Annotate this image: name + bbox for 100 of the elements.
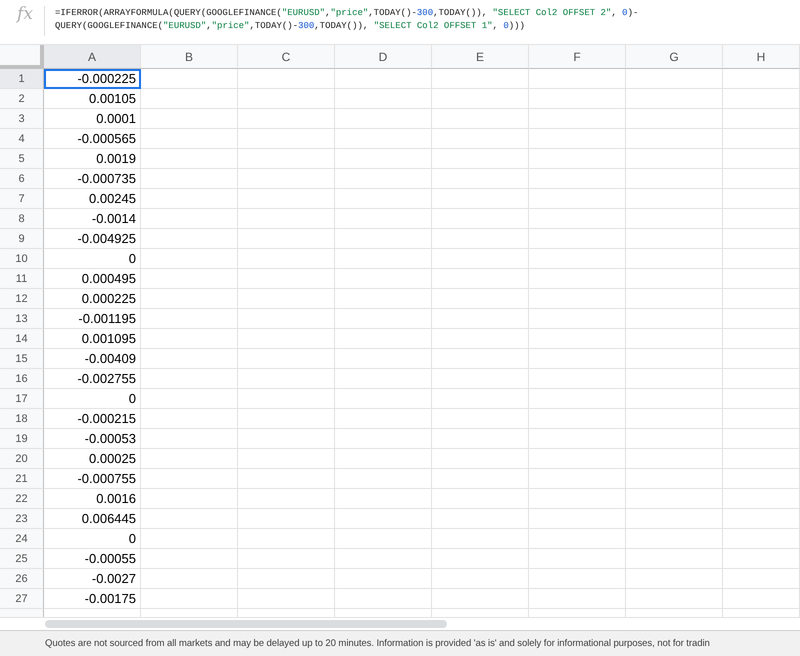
row-header[interactable]: 26: [0, 569, 44, 589]
empty-cell[interactable]: [335, 289, 432, 309]
row-header[interactable]: [0, 609, 44, 617]
empty-cell[interactable]: [238, 589, 335, 609]
empty-cell[interactable]: [335, 349, 432, 369]
empty-cell[interactable]: [723, 509, 800, 529]
table-cell[interactable]: 0.000495: [44, 269, 141, 289]
empty-cell[interactable]: [432, 489, 529, 509]
empty-cell[interactable]: [238, 389, 335, 409]
empty-cell[interactable]: [529, 229, 626, 249]
empty-cell[interactable]: [723, 269, 800, 289]
empty-cell[interactable]: [432, 229, 529, 249]
empty-cell[interactable]: [432, 389, 529, 409]
empty-cell[interactable]: [141, 529, 238, 549]
table-cell[interactable]: 0: [44, 389, 141, 409]
empty-cell[interactable]: [723, 469, 800, 489]
empty-cell[interactable]: [432, 549, 529, 569]
row-header[interactable]: 21: [0, 469, 44, 489]
empty-cell[interactable]: [335, 229, 432, 249]
table-cell[interactable]: -0.000225: [44, 69, 141, 89]
empty-cell[interactable]: [626, 509, 723, 529]
empty-cell[interactable]: [238, 489, 335, 509]
row-header[interactable]: 10: [0, 249, 44, 269]
empty-cell[interactable]: [626, 269, 723, 289]
empty-cell[interactable]: [238, 329, 335, 349]
table-cell[interactable]: -0.00055: [44, 549, 141, 569]
empty-cell[interactable]: [238, 149, 335, 169]
empty-cell[interactable]: [626, 549, 723, 569]
empty-cell[interactable]: [723, 169, 800, 189]
empty-cell[interactable]: [529, 149, 626, 169]
empty-cell[interactable]: [529, 109, 626, 129]
empty-cell[interactable]: [141, 589, 238, 609]
empty-cell[interactable]: [335, 529, 432, 549]
empty-cell[interactable]: [238, 69, 335, 89]
empty-cell[interactable]: [626, 89, 723, 109]
row-header[interactable]: 24: [0, 529, 44, 549]
row-header[interactable]: 17: [0, 389, 44, 409]
empty-cell[interactable]: [626, 109, 723, 129]
scrollbar-thumb[interactable]: [45, 620, 447, 628]
empty-cell[interactable]: [529, 509, 626, 529]
empty-cell[interactable]: [432, 69, 529, 89]
empty-cell[interactable]: [335, 189, 432, 209]
select-all-corner[interactable]: [0, 45, 44, 69]
table-cell[interactable]: -0.000215: [44, 409, 141, 429]
empty-cell[interactable]: [238, 229, 335, 249]
empty-cell[interactable]: [723, 349, 800, 369]
empty-cell[interactable]: [335, 569, 432, 589]
empty-cell[interactable]: [432, 249, 529, 269]
empty-cell[interactable]: [723, 489, 800, 509]
empty-cell[interactable]: [141, 209, 238, 229]
empty-cell[interactable]: [238, 169, 335, 189]
empty-cell[interactable]: [238, 509, 335, 529]
empty-cell[interactable]: [335, 509, 432, 529]
row-header[interactable]: 1: [0, 69, 44, 89]
empty-cell[interactable]: [141, 369, 238, 389]
table-cell[interactable]: -0.000735: [44, 169, 141, 189]
table-cell[interactable]: 0.0016: [44, 489, 141, 509]
empty-cell[interactable]: [723, 449, 800, 469]
empty-cell[interactable]: [432, 349, 529, 369]
row-header[interactable]: 19: [0, 429, 44, 449]
empty-cell[interactable]: [723, 249, 800, 269]
row-header[interactable]: 20: [0, 449, 44, 469]
table-cell[interactable]: -0.002755: [44, 369, 141, 389]
empty-cell[interactable]: [141, 569, 238, 589]
empty-cell[interactable]: [141, 429, 238, 449]
row-header[interactable]: 25: [0, 549, 44, 569]
empty-cell[interactable]: [238, 109, 335, 129]
empty-cell[interactable]: [432, 469, 529, 489]
empty-cell[interactable]: [238, 369, 335, 389]
empty-cell[interactable]: [141, 289, 238, 309]
row-header[interactable]: 18: [0, 409, 44, 429]
empty-cell[interactable]: [141, 469, 238, 489]
empty-cell[interactable]: [626, 469, 723, 489]
empty-cell[interactable]: [432, 449, 529, 469]
table-cell[interactable]: 0.00025: [44, 449, 141, 469]
row-header[interactable]: 3: [0, 109, 44, 129]
empty-cell[interactable]: [723, 289, 800, 309]
table-cell[interactable]: 0.00245: [44, 189, 141, 209]
empty-cell[interactable]: [141, 249, 238, 269]
empty-cell[interactable]: [529, 549, 626, 569]
table-cell[interactable]: -0.004925: [44, 229, 141, 249]
column-header[interactable]: F: [529, 45, 626, 69]
empty-cell[interactable]: [626, 229, 723, 249]
empty-cell[interactable]: [335, 369, 432, 389]
row-header[interactable]: 5: [0, 149, 44, 169]
empty-cell[interactable]: [335, 129, 432, 149]
empty-cell[interactable]: [723, 589, 800, 609]
table-cell[interactable]: -0.001195: [44, 309, 141, 329]
empty-cell[interactable]: [432, 429, 529, 449]
empty-cell[interactable]: [723, 129, 800, 149]
empty-cell[interactable]: [432, 109, 529, 129]
empty-cell[interactable]: [723, 209, 800, 229]
empty-cell[interactable]: [141, 89, 238, 109]
empty-cell[interactable]: [529, 69, 626, 89]
empty-cell[interactable]: [529, 529, 626, 549]
empty-cell[interactable]: [529, 329, 626, 349]
empty-cell[interactable]: [529, 209, 626, 229]
empty-cell[interactable]: [529, 189, 626, 209]
empty-cell[interactable]: [432, 509, 529, 529]
empty-cell[interactable]: [335, 489, 432, 509]
